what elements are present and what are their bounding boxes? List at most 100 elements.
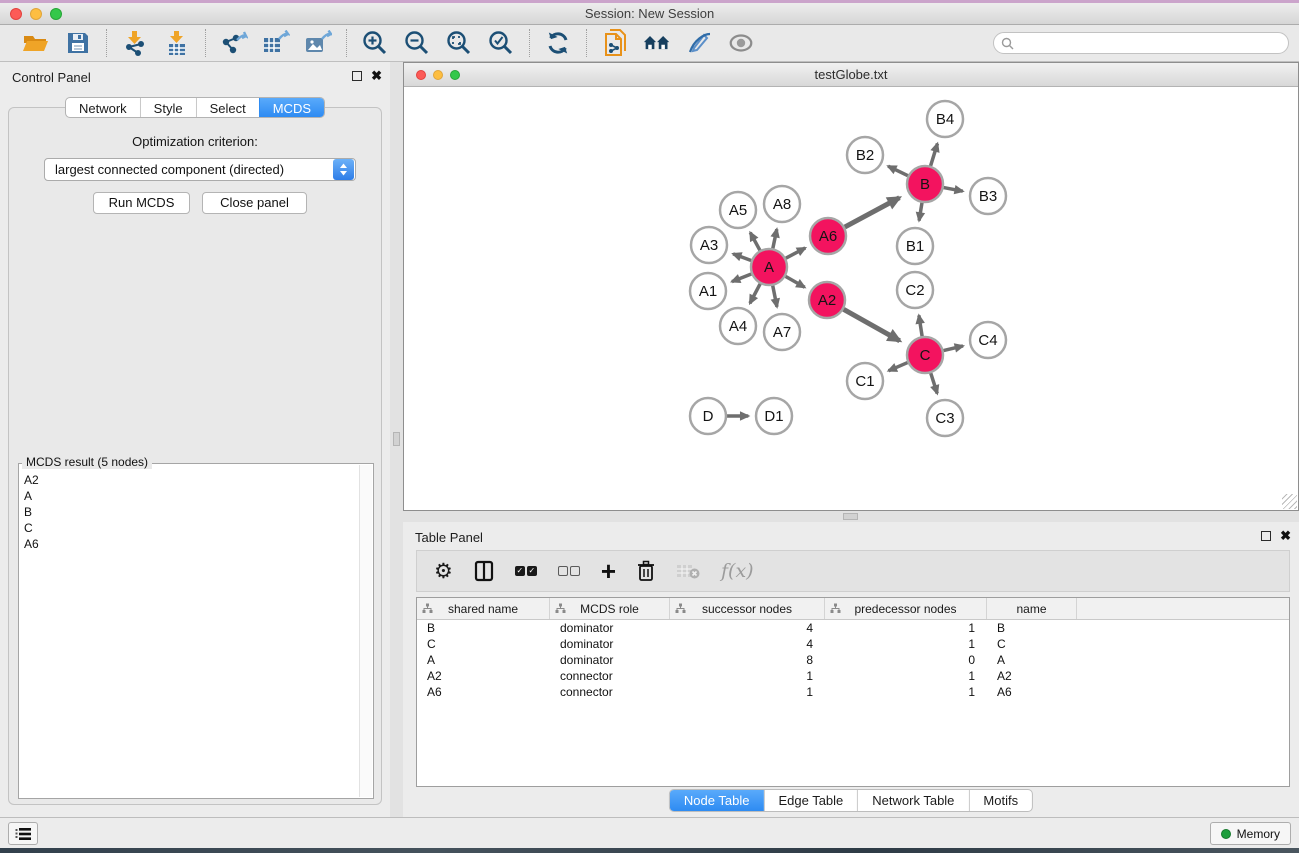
- close-panel-icon[interactable]: ✖: [1280, 531, 1291, 541]
- edge-A-A3[interactable]: [733, 254, 751, 261]
- table-cell[interactable]: A6: [417, 684, 550, 700]
- tab-select[interactable]: Select: [196, 98, 259, 117]
- delete-table-icon[interactable]: [676, 558, 700, 584]
- splitter-handle[interactable]: [843, 513, 858, 520]
- table-cell[interactable]: A2: [987, 668, 1077, 684]
- table-cell[interactable]: A2: [417, 668, 550, 684]
- table-cell[interactable]: 4: [670, 620, 825, 636]
- table-cell[interactable]: dominator: [550, 652, 670, 668]
- zoom-out-icon[interactable]: [403, 29, 431, 57]
- horizontal-splitter[interactable]: [403, 511, 1299, 522]
- network-window-titlebar[interactable]: testGlobe.txt: [404, 63, 1298, 87]
- column-header-MCDS-role[interactable]: MCDS role: [550, 598, 670, 619]
- table-cell[interactable]: 1: [825, 668, 987, 684]
- gear-icon[interactable]: ⚙: [434, 558, 453, 584]
- optimization-criterion-dropdown[interactable]: largest connected component (directed): [44, 158, 356, 181]
- run-mcds-button[interactable]: Run MCDS: [93, 192, 190, 214]
- close-panel-button[interactable]: Close panel: [202, 192, 307, 214]
- float-panel-icon[interactable]: [352, 71, 362, 81]
- edge-A-A6[interactable]: [786, 248, 805, 258]
- memory-button[interactable]: Memory: [1210, 822, 1291, 845]
- edge-A-A2[interactable]: [786, 276, 805, 287]
- select-all-icon[interactable]: ✓✓: [515, 558, 537, 584]
- hide-annotations-icon[interactable]: [685, 29, 713, 57]
- column-header-successor-nodes[interactable]: successor nodes: [670, 598, 825, 619]
- column-header-shared-name[interactable]: shared name: [417, 598, 550, 619]
- zoom-selected-icon[interactable]: [487, 29, 515, 57]
- edge-A-A7[interactable]: [773, 286, 777, 307]
- network-canvas[interactable]: B4B2BB3A8A5A6A3B1AA1C2A2A4A7C4CC1DD1C3: [404, 87, 1298, 510]
- tab-node-table[interactable]: Node Table: [670, 790, 764, 811]
- float-panel-icon[interactable]: [1261, 531, 1271, 541]
- table-cell[interactable]: A: [417, 652, 550, 668]
- table-cell[interactable]: dominator: [550, 636, 670, 652]
- table-cell[interactable]: 1: [670, 684, 825, 700]
- function-builder-icon[interactable]: f(x): [721, 558, 754, 584]
- result-item[interactable]: B: [24, 504, 355, 520]
- edge-C-C3[interactable]: [931, 373, 937, 393]
- show-columns-icon[interactable]: [474, 558, 494, 584]
- table-cell[interactable]: C: [417, 636, 550, 652]
- edge-A-A8[interactable]: [773, 229, 777, 248]
- edge-B-B2[interactable]: [888, 166, 908, 176]
- search-input[interactable]: [1018, 36, 1268, 50]
- table-cell[interactable]: 4: [670, 636, 825, 652]
- tab-network-table[interactable]: Network Table: [857, 790, 968, 811]
- result-scrollbar[interactable]: [359, 465, 372, 797]
- tab-edge-table[interactable]: Edge Table: [763, 790, 857, 811]
- result-item[interactable]: A2: [24, 472, 355, 488]
- table-cell[interactable]: 0: [825, 652, 987, 668]
- column-header-name[interactable]: name: [987, 598, 1077, 619]
- edge-A6-B[interactable]: [845, 198, 900, 227]
- deselect-all-icon[interactable]: [558, 558, 580, 584]
- table-cell[interactable]: 1: [670, 668, 825, 684]
- table-cell[interactable]: connector: [550, 668, 670, 684]
- table-cell[interactable]: C: [987, 636, 1077, 652]
- delete-icon[interactable]: [637, 558, 655, 584]
- clone-network-icon[interactable]: [601, 29, 629, 57]
- search-field[interactable]: [993, 32, 1289, 54]
- task-history-button[interactable]: [8, 822, 38, 845]
- table-row[interactable]: Cdominator41C: [417, 636, 1289, 652]
- result-item[interactable]: C: [24, 520, 355, 536]
- edge-B-B3[interactable]: [944, 188, 963, 192]
- table-cell[interactable]: 1: [825, 636, 987, 652]
- edge-A-A1[interactable]: [732, 274, 751, 282]
- edge-B-B1[interactable]: [919, 203, 922, 221]
- table-row[interactable]: Adominator80A: [417, 652, 1289, 668]
- table-row[interactable]: A2connector11A2: [417, 668, 1289, 684]
- edge-C-C1[interactable]: [889, 363, 908, 371]
- tab-motifs[interactable]: Motifs: [968, 790, 1032, 811]
- table-row[interactable]: Bdominator41B: [417, 620, 1289, 636]
- edge-B-B4[interactable]: [931, 144, 938, 166]
- table-cell[interactable]: dominator: [550, 620, 670, 636]
- tab-network[interactable]: Network: [66, 98, 140, 117]
- eye-icon[interactable]: [727, 29, 755, 57]
- table-cell[interactable]: 1: [825, 620, 987, 636]
- import-network-icon[interactable]: [121, 29, 149, 57]
- table-cell[interactable]: 1: [825, 684, 987, 700]
- vertical-splitter[interactable]: [390, 62, 403, 817]
- table-cell[interactable]: connector: [550, 684, 670, 700]
- export-network-icon[interactable]: [220, 29, 248, 57]
- table-cell[interactable]: A: [987, 652, 1077, 668]
- table-cell[interactable]: B: [987, 620, 1077, 636]
- zoom-fit-icon[interactable]: [445, 29, 473, 57]
- edge-A2-C[interactable]: [844, 309, 900, 341]
- close-panel-icon[interactable]: ✖: [371, 71, 382, 81]
- result-item[interactable]: A: [24, 488, 355, 504]
- export-table-icon[interactable]: [262, 29, 290, 57]
- splitter-handle[interactable]: [393, 432, 400, 446]
- add-column-icon[interactable]: +: [601, 558, 616, 584]
- refresh-icon[interactable]: [544, 29, 572, 57]
- zoom-in-icon[interactable]: [361, 29, 389, 57]
- table-row[interactable]: A6connector11A6: [417, 684, 1289, 700]
- edge-A-A5[interactable]: [750, 233, 760, 251]
- table-cell[interactable]: B: [417, 620, 550, 636]
- tab-style[interactable]: Style: [140, 98, 196, 117]
- home-icon[interactable]: [643, 29, 671, 57]
- open-folder-icon[interactable]: [22, 29, 50, 57]
- import-table-icon[interactable]: [163, 29, 191, 57]
- result-item[interactable]: A6: [24, 536, 355, 552]
- export-image-icon[interactable]: [304, 29, 332, 57]
